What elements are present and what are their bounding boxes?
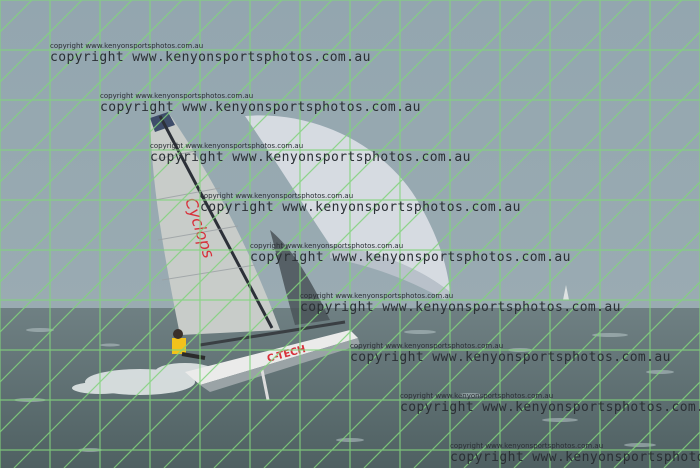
watermark-large: copyright www.kenyonsportsphotos.com.au <box>450 450 700 465</box>
watermark-small: copyright www.kenyonsportsphotos.com.au <box>250 242 404 250</box>
watermark-small: copyright www.kenyonsportsphotos.com.au <box>400 392 554 400</box>
watermark-large: copyright www.kenyonsportsphotos.com.au <box>150 150 471 165</box>
watermark-large: copyright www.kenyonsportsphotos.com.au <box>250 250 571 265</box>
sailing-photo: Cyclops C-TECH copyright www.kenyonsport… <box>0 0 700 468</box>
watermark-small: copyright www.kenyonsportsphotos.com.au <box>100 92 254 100</box>
watermark-large: copyright www.kenyonsportsphotos.com.au <box>300 300 621 315</box>
watermark-large: copyright www.kenyonsportsphotos.com.au <box>200 200 521 215</box>
watermark-small: copyright www.kenyonsportsphotos.com.au <box>450 442 604 450</box>
watermark-small: copyright www.kenyonsportsphotos.com.au <box>350 342 504 350</box>
watermark-large: copyright www.kenyonsportsphotos.com.au <box>100 100 421 115</box>
watermark-large: copyright www.kenyonsportsphotos.com.au <box>350 350 671 365</box>
watermark-small: copyright www.kenyonsportsphotos.com.au <box>150 142 304 150</box>
watermark-large: copyright www.kenyonsportsphotos.com.au <box>50 50 371 65</box>
watermark-small: copyright www.kenyonsportsphotos.com.au <box>200 192 354 200</box>
photo-scene: Cyclops C-TECH <box>0 0 700 468</box>
watermark-large: copyright www.kenyonsportsphotos.com.au <box>400 400 700 415</box>
watermark-small: copyright www.kenyonsportsphotos.com.au <box>50 42 204 50</box>
watermark-small: copyright www.kenyonsportsphotos.com.au <box>300 292 454 300</box>
